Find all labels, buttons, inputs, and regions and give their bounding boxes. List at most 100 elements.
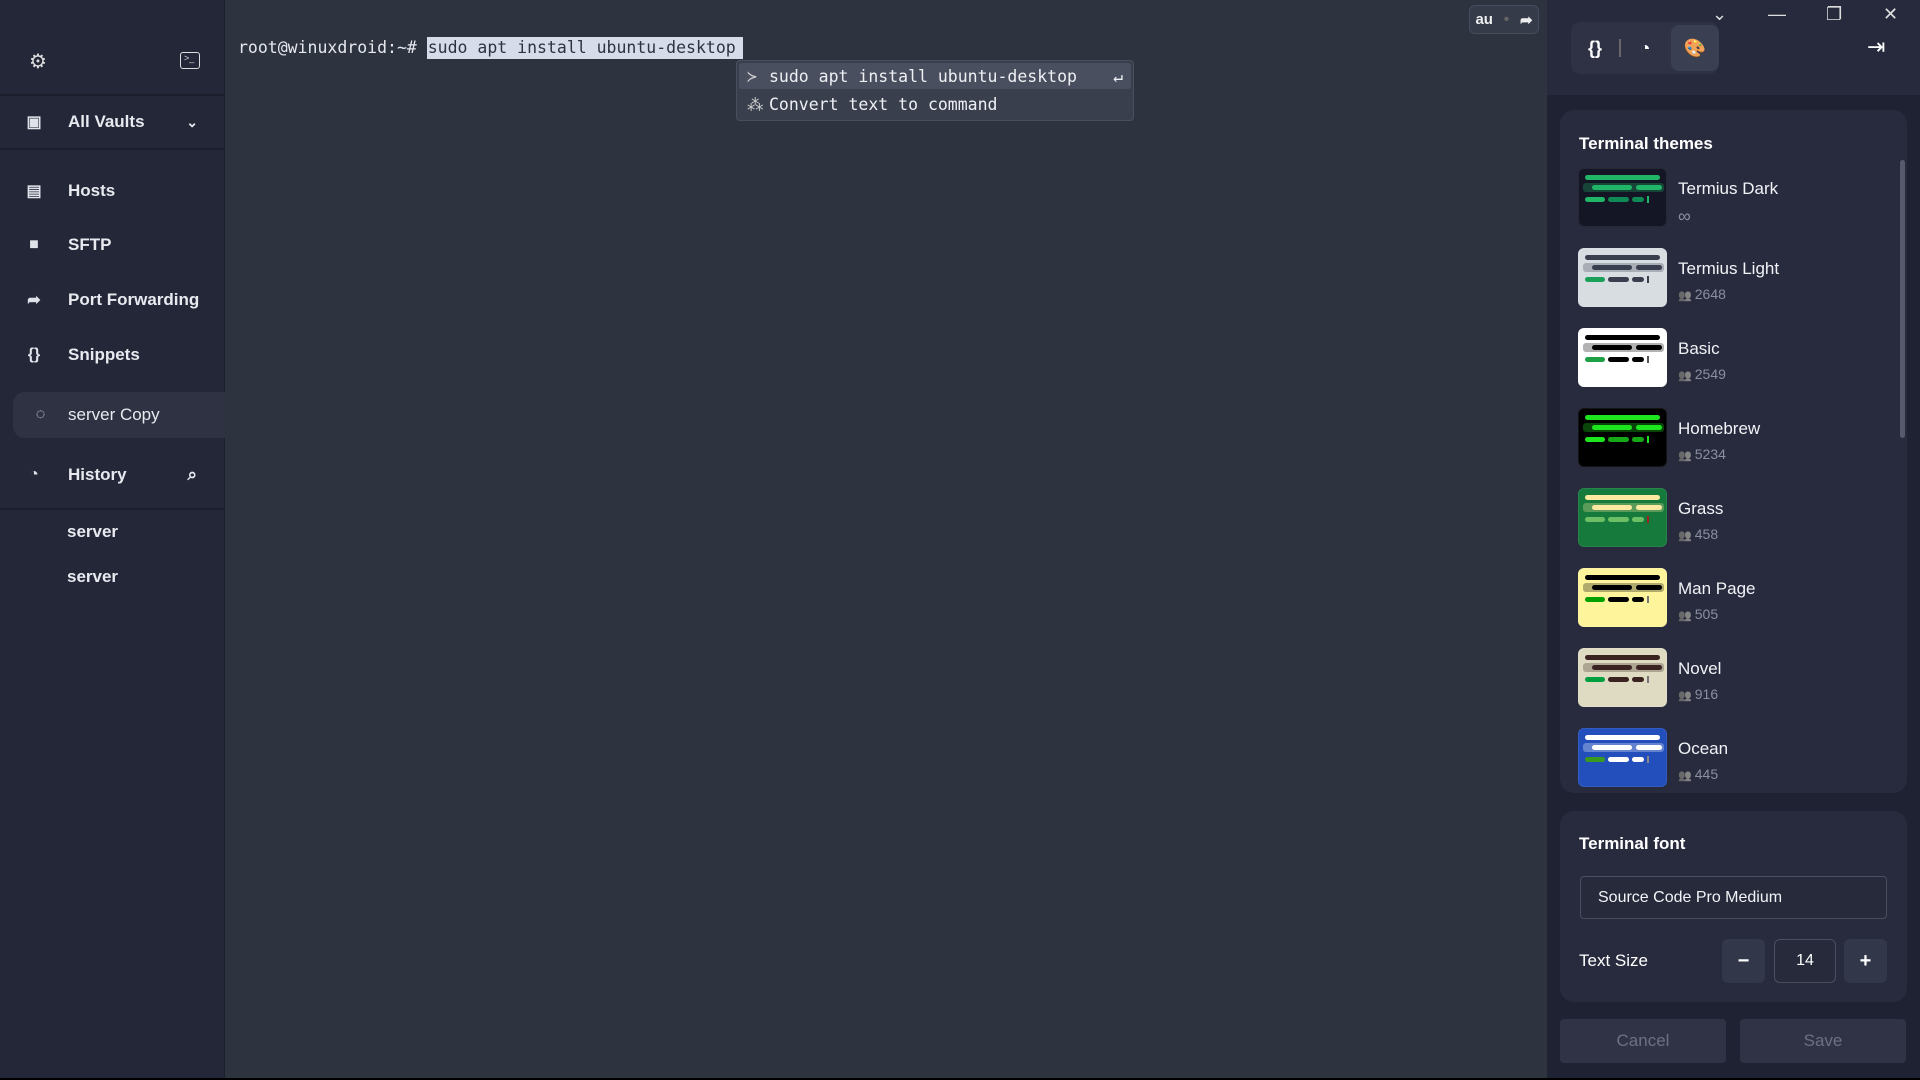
session-server-copy[interactable]: ◌ server Copy — [13, 392, 225, 438]
chevron-down-icon: ⌄ — [186, 113, 198, 130]
search-icon[interactable]: ⌕ — [187, 465, 197, 485]
preview-line — [1585, 335, 1660, 340]
theme-name: Novel — [1678, 659, 1722, 678]
preview-line — [1592, 345, 1632, 350]
chevron-down-icon[interactable]: ⌄ — [1712, 4, 1727, 25]
theme-preview — [1578, 568, 1667, 627]
hosts-icon: ▤ — [26, 183, 42, 200]
preview-line — [1585, 517, 1605, 522]
history-tab[interactable]: ◔ — [1621, 25, 1669, 71]
share-icon[interactable]: ➦ — [1520, 11, 1533, 29]
suggestion-command[interactable]: ≻ sudo apt install ubuntu-desktop ↵ — [739, 63, 1131, 89]
vault-selector[interactable]: ▣ All Vaults ⌄ — [0, 102, 225, 142]
restore-icon[interactable]: ❐ — [1826, 4, 1842, 25]
preview-line — [1632, 597, 1644, 602]
preview-line — [1585, 357, 1605, 362]
theme-item[interactable]: Homebrew 👥 5234 — [1578, 408, 1878, 468]
theme-users: 👥 5234 — [1678, 446, 1726, 462]
history-item[interactable]: server — [67, 567, 118, 587]
preview-line — [1632, 357, 1644, 362]
scrollbar[interactable] — [1900, 160, 1905, 438]
preview-line — [1608, 437, 1629, 442]
theme-preview — [1578, 408, 1667, 467]
prompt: root@winuxdroid:~# — [238, 38, 427, 57]
theme-preview — [1578, 328, 1667, 387]
sidebar-item-hosts[interactable]: ▤ Hosts — [0, 171, 225, 211]
ubuntu-icon: ◌ — [35, 406, 46, 423]
font-title: Terminal font — [1579, 834, 1686, 853]
theme-users: ∞ — [1678, 206, 1691, 227]
minimize-icon[interactable]: — — [1768, 4, 1786, 25]
theme-count: 916 — [1694, 686, 1719, 702]
themes-card: Terminal themes Termius Dark ∞ Termius Lig… — [1560, 110, 1907, 793]
terminal[interactable]: root@winuxdroid:~# sudo apt install ubun… — [226, 0, 1546, 1078]
theme-item[interactable]: Novel 👥 916 — [1578, 648, 1878, 708]
theme-users: 👥 445 — [1678, 766, 1718, 782]
font-select[interactable]: Source Code Pro Medium — [1580, 876, 1887, 919]
preview-line — [1585, 437, 1605, 442]
preview-line — [1647, 596, 1649, 603]
decrease-size-button[interactable]: − — [1722, 939, 1765, 983]
themes-title: Terminal themes — [1579, 134, 1713, 153]
autocomplete-toggle[interactable]: au • ➦ — [1469, 5, 1539, 34]
panel-tabs: {} ◔ 🎨 — [1571, 22, 1719, 74]
increase-size-button[interactable]: + — [1844, 939, 1887, 983]
theme-preview — [1578, 648, 1667, 707]
theme-item[interactable]: Ocean 👥 445 — [1578, 728, 1878, 788]
theme-item[interactable]: Man Page 👥 505 — [1578, 568, 1878, 628]
preview-line — [1647, 356, 1649, 363]
theme-users: 👥 505 — [1678, 606, 1718, 622]
preview-line — [1592, 505, 1632, 510]
enter-icon: ↵ — [1113, 66, 1123, 86]
preview-line — [1585, 277, 1605, 282]
theme-count: ∞ — [1678, 206, 1691, 226]
suggestion-convert[interactable]: ⁂ Convert text to command — [739, 91, 1131, 117]
preview-line — [1585, 757, 1605, 762]
preview-line — [1636, 745, 1662, 750]
save-button[interactable]: Save — [1740, 1019, 1906, 1063]
history-item[interactable]: server — [67, 522, 118, 542]
close-icon[interactable]: ✕ — [1883, 4, 1898, 25]
preview-line — [1585, 597, 1605, 602]
preview-line — [1636, 185, 1662, 190]
command-input[interactable]: sudo apt install ubuntu-desktop — [426, 37, 743, 59]
theme-name: Ocean — [1678, 739, 1729, 758]
settings-icon[interactable]: ⚙ — [29, 49, 47, 74]
preview-line — [1608, 517, 1629, 522]
cancel-button[interactable]: Cancel — [1560, 1019, 1726, 1063]
preview-line — [1632, 677, 1644, 682]
preview-line — [1592, 425, 1632, 430]
preview-line — [1592, 585, 1632, 590]
preview-line — [1585, 197, 1605, 202]
preview-line — [1592, 265, 1632, 270]
theme-preview — [1578, 248, 1667, 307]
theme-count: 2549 — [1694, 366, 1726, 382]
text-size-input[interactable]: 14 — [1774, 939, 1836, 983]
terminal-icon[interactable]: >_ — [180, 52, 200, 69]
theme-item[interactable]: Grass 👥 458 — [1578, 488, 1878, 548]
theme-item[interactable]: Termius Dark ∞ — [1578, 168, 1878, 228]
users-icon: 👥 — [1678, 530, 1695, 542]
users-icon: 👥 — [1678, 610, 1695, 622]
theme-item[interactable]: Termius Light 👥 2648 — [1578, 248, 1878, 308]
themes-tab[interactable]: 🎨 — [1671, 25, 1719, 71]
theme-name: Termius Dark — [1678, 179, 1779, 198]
theme-item[interactable]: Basic 👥 2549 — [1578, 328, 1878, 388]
theme-name: Homebrew — [1678, 419, 1761, 438]
preview-line — [1592, 665, 1632, 670]
preview-line — [1585, 655, 1660, 660]
theme-preview — [1578, 168, 1667, 227]
preview-line — [1585, 255, 1660, 260]
users-icon: 👥 — [1678, 770, 1695, 782]
sidebar-item-snippets[interactable]: {} Snippets — [0, 335, 225, 375]
preview-line — [1608, 677, 1629, 682]
sidebar-item-port-forwarding[interactable]: ➦ Port Forwarding — [0, 280, 225, 320]
preview-line — [1632, 197, 1644, 202]
preview-line — [1632, 277, 1644, 282]
preview-line — [1608, 277, 1629, 282]
sidebar-item-history[interactable]: ◔ History ⌕ — [0, 455, 225, 495]
sidebar-item-sftp[interactable]: ■ SFTP — [0, 225, 225, 265]
snippets-tab[interactable]: {} — [1571, 25, 1619, 71]
preview-line — [1585, 495, 1660, 500]
collapse-panel-icon[interactable]: ⇥ — [1867, 34, 1885, 60]
